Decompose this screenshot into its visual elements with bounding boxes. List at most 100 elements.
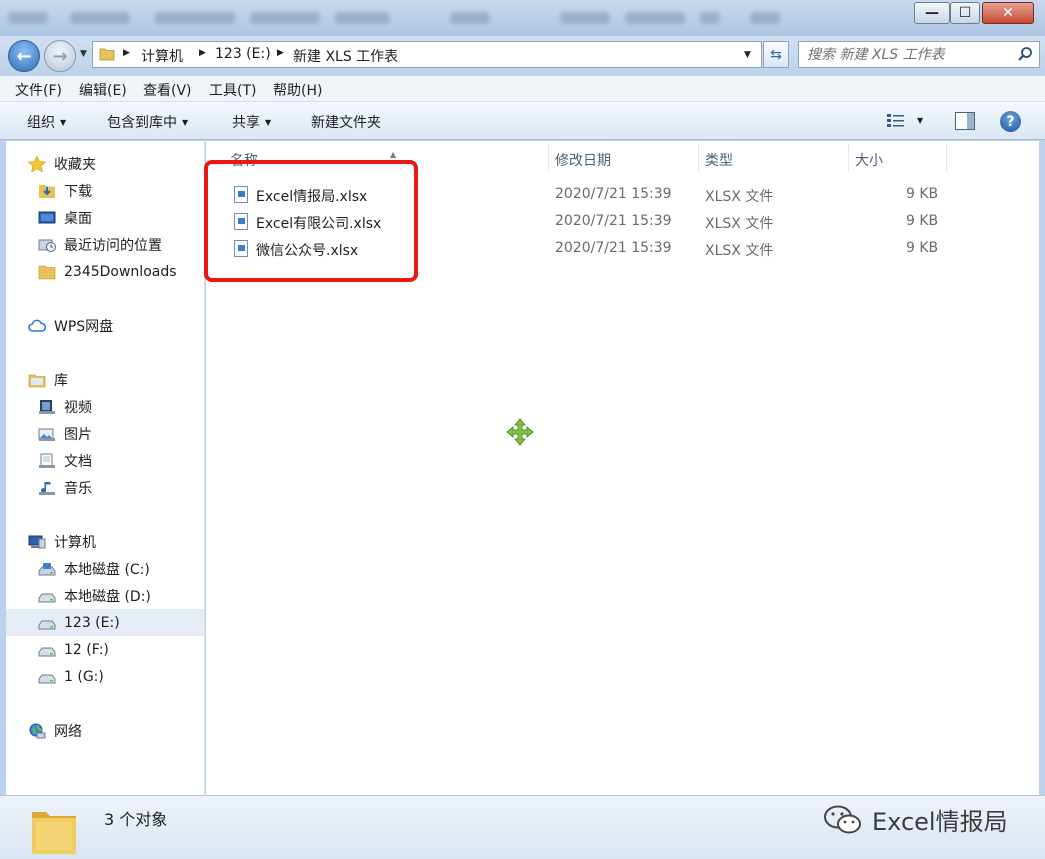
nav-label: 2345Downloads <box>64 263 177 280</box>
star-icon <box>28 155 46 172</box>
music-library-icon <box>39 481 55 495</box>
nav-documents[interactable]: 文档 <box>6 447 204 474</box>
back-button[interactable]: ← <box>8 40 40 72</box>
highlight-box <box>204 160 418 282</box>
menu-file[interactable]: 文件(F) <box>15 80 62 100</box>
nav-drive-e[interactable]: 123 (E:) <box>6 609 204 636</box>
hard-drive-icon <box>38 593 56 602</box>
maximize-icon: ☐ <box>958 5 972 21</box>
breadcrumb-computer[interactable]: 计算机 <box>141 46 183 66</box>
hard-drive-icon <box>38 647 56 656</box>
menu-bar: 文件(F) 编辑(E) 查看(V) 工具(T) 帮助(H) <box>0 76 1045 102</box>
close-icon: ✕ <box>1002 5 1014 21</box>
title-bar: — ☐ ✕ <box>0 0 1045 36</box>
minimize-icon: — <box>925 5 939 21</box>
nav-drive-f[interactable]: 12 (F:) <box>6 636 204 663</box>
file-size: 9 KB <box>906 186 939 202</box>
column-header-type[interactable]: 类型 <box>699 144 849 172</box>
file-modified: 2020/7/21 15:39 <box>555 213 672 229</box>
breadcrumb-arrow-icon[interactable]: ▶ <box>123 48 130 58</box>
nav-drive-c[interactable]: 本地磁盘 (C:) <box>6 555 204 582</box>
help-icon[interactable]: ? <box>1000 111 1021 132</box>
breadcrumb-drive[interactable]: 123 (E:) <box>215 46 271 62</box>
search-icon[interactable] <box>1017 46 1033 62</box>
column-header-modified[interactable]: 修改日期 <box>549 144 699 172</box>
nav-label: 文档 <box>64 453 92 470</box>
menu-tools[interactable]: 工具(T) <box>209 80 256 100</box>
nav-favorites[interactable]: 收藏夹 <box>6 150 204 177</box>
address-bar[interactable]: ▶ 计算机 ▶ 123 (E:) ▶ 新建 XLS 工作表 <box>92 41 762 68</box>
history-dropdown-icon[interactable]: ▼ <box>80 49 87 59</box>
nav-label: 本地磁盘 (D:) <box>64 588 151 605</box>
nav-pictures[interactable]: 图片 <box>6 420 204 447</box>
share-label: 共享 <box>232 115 260 131</box>
new-folder-button[interactable]: 新建文件夹 <box>311 112 381 132</box>
system-drive-icon <box>38 562 56 575</box>
nav-libraries[interactable]: 库 <box>6 366 204 393</box>
refresh-button[interactable]: ⇆ <box>763 41 789 68</box>
command-toolbar: 组织 ▼ 包含到库中 ▼ 共享 ▼ 新建文件夹 ▼ ? <box>0 102 1045 140</box>
nav-recent-places[interactable]: 最近访问的位置 <box>6 231 204 258</box>
downloads-folder-icon <box>39 184 55 198</box>
minimize-button[interactable]: — <box>914 2 950 24</box>
include-library-label: 包含到库中 <box>107 115 177 131</box>
chevron-down-icon: ▼ <box>60 118 67 127</box>
sort-ascending-icon: ▲ <box>390 150 397 159</box>
nav-network[interactable]: 网络 <box>6 717 204 744</box>
preview-pane-icon[interactable] <box>955 112 975 130</box>
close-button[interactable]: ✕ <box>982 2 1034 24</box>
hard-drive-icon <box>38 620 56 629</box>
breadcrumb-arrow-icon[interactable]: ▶ <box>277 48 284 58</box>
nav-desktop[interactable]: 桌面 <box>6 204 204 231</box>
computer-icon <box>28 535 46 548</box>
menu-view[interactable]: 查看(V) <box>143 80 192 100</box>
view-dropdown-icon[interactable]: ▼ <box>917 116 923 125</box>
watermark-text: Excel情报局 <box>872 808 1008 836</box>
nav-drive-d[interactable]: 本地磁盘 (D:) <box>6 582 204 609</box>
nav-label: 最近访问的位置 <box>64 237 162 254</box>
file-size: 9 KB <box>906 213 939 229</box>
maximize-button[interactable]: ☐ <box>950 2 980 24</box>
column-modified-label: 修改日期 <box>555 153 611 169</box>
file-modified: 2020/7/21 15:39 <box>555 186 672 202</box>
nav-label: 音乐 <box>64 480 92 497</box>
chevron-down-icon: ▼ <box>182 118 189 127</box>
video-library-icon <box>39 399 55 414</box>
breadcrumb-arrow-icon[interactable]: ▶ <box>199 48 206 58</box>
nav-label: 桌面 <box>64 210 92 227</box>
search-input[interactable] <box>807 46 1007 64</box>
nav-wps-cloud[interactable]: WPS网盘 <box>6 312 204 339</box>
organize-button[interactable]: 组织 ▼ <box>27 112 66 132</box>
file-type: XLSX 文件 <box>705 243 774 259</box>
address-dropdown-icon[interactable]: ▼ <box>744 50 751 60</box>
menu-edit[interactable]: 编辑(E) <box>79 80 127 100</box>
blurred-taskbar-strip <box>0 0 800 36</box>
nav-drive-g[interactable]: 1 (G:) <box>6 663 204 690</box>
breadcrumb-folder[interactable]: 新建 XLS 工作表 <box>293 46 398 66</box>
nav-2345downloads[interactable]: 2345Downloads <box>6 258 204 285</box>
nav-label: 12 (F:) <box>64 641 109 658</box>
nav-music[interactable]: 音乐 <box>6 474 204 501</box>
column-header-size[interactable]: 大小 <box>849 144 947 172</box>
wechat-icon <box>824 805 861 833</box>
nav-downloads[interactable]: 下载 <box>6 177 204 204</box>
refresh-icon: ⇆ <box>770 46 782 63</box>
recent-places-icon <box>38 239 56 252</box>
nav-label: 视频 <box>64 399 92 416</box>
back-arrow-icon: ← <box>16 45 32 67</box>
navigation-pane: 收藏夹 下载 桌面 最近访问的位置 2345Downloads WPS网盘 库 … <box>6 141 205 795</box>
include-library-button[interactable]: 包含到库中 ▼ <box>107 112 188 132</box>
picture-library-icon <box>38 428 55 441</box>
view-options-icon[interactable] <box>886 112 906 130</box>
library-icon <box>28 374 46 387</box>
organize-label: 组织 <box>27 115 55 131</box>
file-modified: 2020/7/21 15:39 <box>555 240 672 256</box>
chevron-down-icon: ▼ <box>265 118 272 127</box>
forward-button[interactable]: → <box>44 40 76 72</box>
nav-label: 1 (G:) <box>64 668 104 685</box>
share-button[interactable]: 共享 ▼ <box>232 112 271 132</box>
nav-videos[interactable]: 视频 <box>6 393 204 420</box>
menu-help[interactable]: 帮助(H) <box>273 80 322 100</box>
search-box[interactable] <box>798 41 1040 68</box>
nav-computer[interactable]: 计算机 <box>6 528 204 555</box>
